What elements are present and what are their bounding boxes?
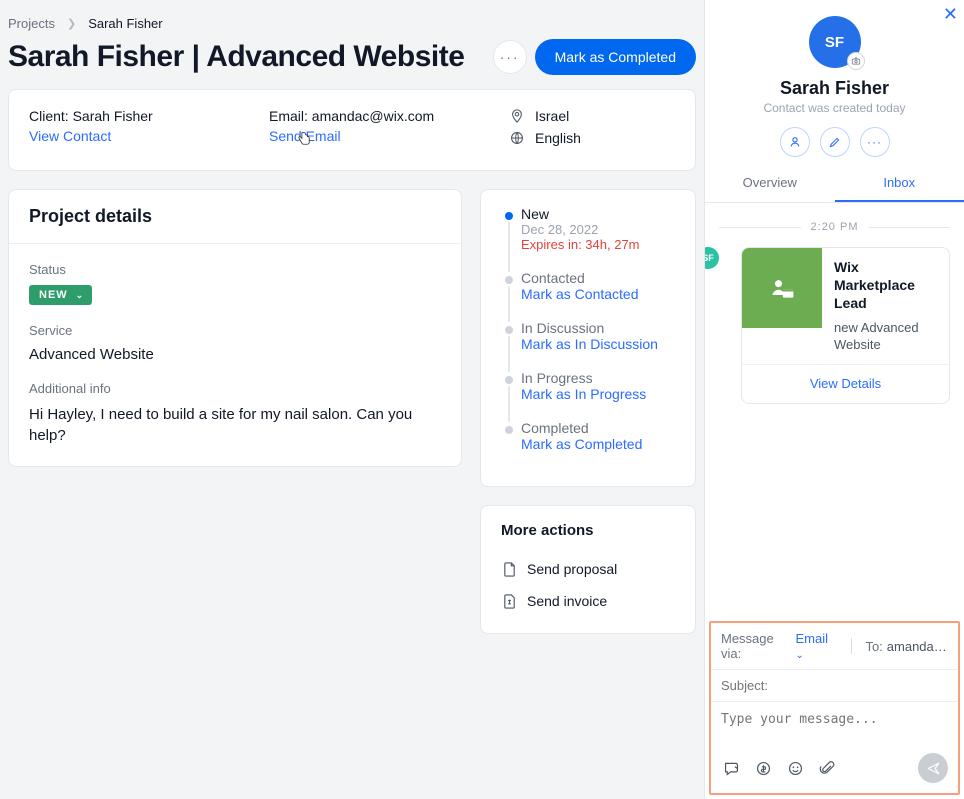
inbox-message-card: Wix Marketplace Lead new Advanced Websit…	[741, 247, 950, 404]
more-button[interactable]: ···	[493, 40, 527, 74]
invoice-icon	[501, 593, 517, 609]
tab-inbox[interactable]: Inbox	[835, 165, 964, 202]
mark-completed-button[interactable]: Mark as Completed	[535, 39, 696, 75]
lead-icon	[742, 248, 822, 328]
view-details-link[interactable]: View Details	[810, 376, 881, 391]
msg-sub: new Advanced Website	[834, 319, 937, 354]
chevron-right-icon: ❯	[67, 17, 76, 30]
send-email-link[interactable]: Send Email	[269, 128, 341, 144]
more-action-icon[interactable]: ···	[860, 127, 890, 157]
info-label: Additional info	[29, 381, 441, 396]
emoji-icon[interactable]	[785, 758, 805, 778]
more-actions-heading: More actions	[501, 522, 675, 539]
subject-input[interactable]	[711, 670, 958, 702]
client-label: Client:	[29, 108, 69, 124]
language-value: English	[535, 130, 581, 146]
location-icon	[509, 108, 525, 124]
timeline-step-completed: Completed Mark as Completed	[501, 420, 675, 470]
project-details-card: Project details Status NEW⌄ Service Adva…	[8, 189, 462, 467]
mark-progress-link[interactable]: Mark as In Progress	[521, 386, 675, 402]
mark-discussion-link[interactable]: Mark as In Discussion	[521, 336, 675, 352]
close-icon[interactable]: ✕	[943, 4, 958, 25]
email-label: Email:	[269, 108, 308, 124]
to-label: To:	[865, 639, 882, 654]
timeline-step-progress: In Progress Mark as In Progress	[501, 370, 675, 420]
contact-card: Client: Sarah Fisher View Contact Email:…	[8, 89, 696, 171]
details-heading: Project details	[9, 190, 461, 243]
timeline-card: New Dec 28, 2022 Expires in: 34h, 27m Co…	[480, 189, 696, 487]
mark-contacted-link[interactable]: Mark as Contacted	[521, 286, 675, 302]
timeline-step-new: New Dec 28, 2022 Expires in: 34h, 27m	[501, 206, 675, 270]
view-contact-link[interactable]: View Contact	[29, 128, 111, 144]
timeline-step-contacted: Contacted Mark as Contacted	[501, 270, 675, 320]
saved-reply-icon[interactable]	[721, 758, 741, 778]
send-button[interactable]	[918, 753, 948, 783]
info-value: Hi Hayley, I need to build a site for my…	[29, 404, 441, 446]
breadcrumb: Projects ❯ Sarah Fisher	[8, 12, 696, 37]
document-icon	[501, 561, 517, 577]
chevron-down-icon: ⌄	[796, 650, 804, 661]
service-value: Advanced Website	[29, 346, 441, 363]
msg-title: Wix Marketplace Lead	[834, 258, 937, 313]
side-contact-name: Sarah Fisher	[705, 78, 964, 99]
more-actions-card: More actions Send proposal Send invoice	[480, 505, 696, 634]
payment-icon[interactable]	[753, 758, 773, 778]
time-divider: 2:20 PM	[719, 221, 950, 233]
crumb-root[interactable]: Projects	[8, 16, 55, 31]
status-label: Status	[29, 262, 441, 277]
via-label: Message via:	[721, 631, 792, 661]
composer: Message via: Email ⌄ To: amandac…	[709, 621, 960, 795]
globe-icon	[509, 130, 525, 146]
attachment-icon[interactable]	[817, 758, 837, 778]
mini-avatar: SF	[705, 247, 719, 269]
edit-action-icon[interactable]	[820, 127, 850, 157]
tab-overview[interactable]: Overview	[705, 165, 835, 202]
page-title: Sarah Fisher | Advanced Website	[8, 40, 464, 74]
to-value[interactable]: amandac…	[887, 639, 948, 654]
status-badge[interactable]: NEW⌄	[29, 285, 92, 305]
crumb-current: Sarah Fisher	[88, 16, 162, 31]
service-label: Service	[29, 323, 441, 338]
chevron-down-icon: ⌄	[76, 290, 85, 301]
message-input[interactable]	[711, 702, 958, 742]
side-contact-sub: Contact was created today	[705, 101, 964, 115]
contact-action-icon[interactable]	[780, 127, 810, 157]
send-proposal-action[interactable]: Send proposal	[501, 553, 675, 585]
client-name: Sarah Fisher	[73, 108, 153, 124]
country-value: Israel	[535, 108, 569, 124]
timeline-step-discussion: In Discussion Mark as In Discussion	[501, 320, 675, 370]
camera-icon[interactable]	[847, 52, 865, 70]
client-email: amandac@wix.com	[312, 108, 434, 124]
mark-completed-link[interactable]: Mark as Completed	[521, 436, 675, 452]
via-select[interactable]: Email ⌄	[796, 631, 837, 661]
send-invoice-action[interactable]: Send invoice	[501, 585, 675, 617]
